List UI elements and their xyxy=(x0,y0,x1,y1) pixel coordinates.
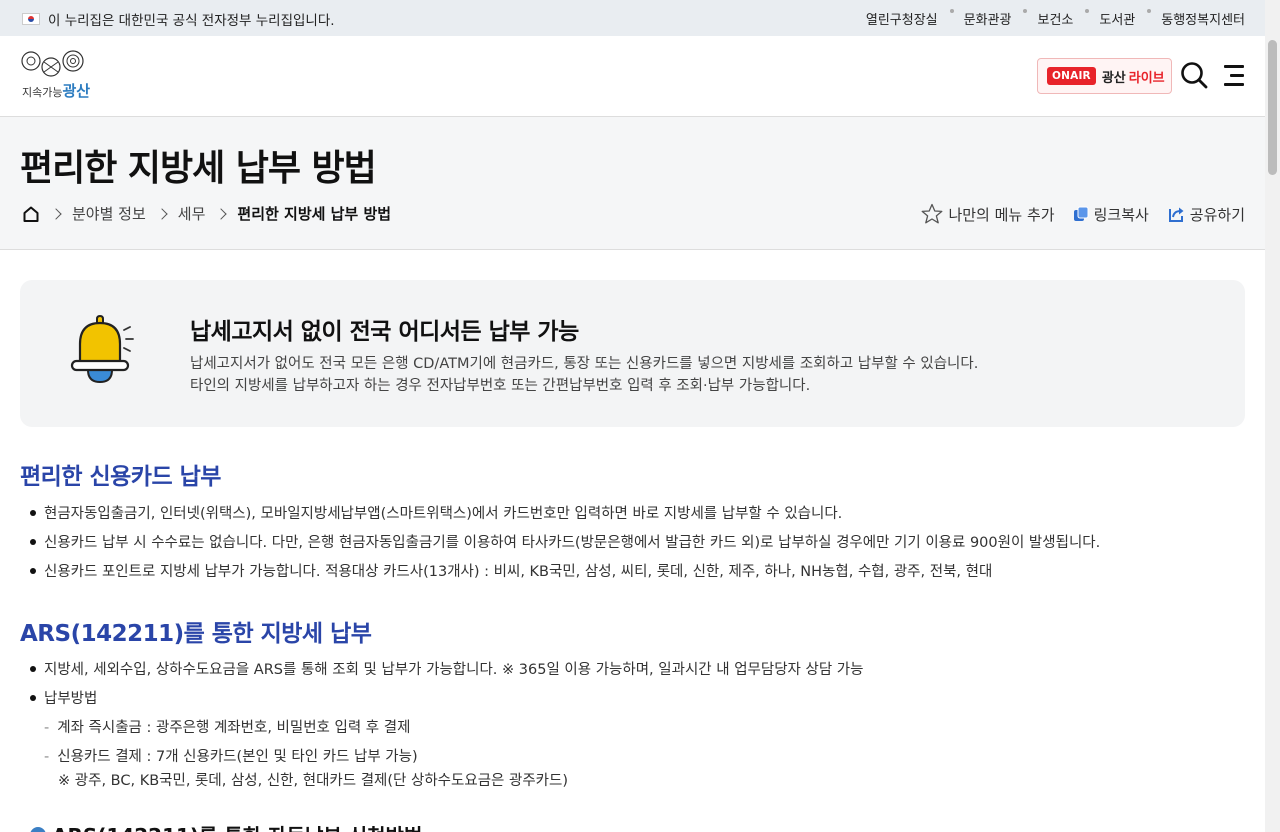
star-icon xyxy=(922,203,943,224)
separator-dot xyxy=(1147,9,1152,13)
onair-name: 광산 xyxy=(1101,70,1126,86)
list-item: 납부방법 xyxy=(30,687,97,708)
share-button[interactable]: 공유하기 xyxy=(1167,204,1245,225)
list-item: 신용카드 포인트로 지방세 납부가 가능합니다. 적용대상 카드사(13개사) … xyxy=(30,560,992,581)
chevron-right-icon xyxy=(156,207,168,220)
list-item: 현금자동입출금기, 인터넷(위택스), 모바일지방세납부앱(스마트위택스)에서 … xyxy=(30,502,842,523)
scrollbar[interactable] xyxy=(1265,0,1280,832)
onair-live-label: 라이브 xyxy=(1128,70,1165,86)
onair-badge: ONAIR xyxy=(1047,67,1096,85)
logo-big-text: 광산 xyxy=(62,82,91,100)
site-header: 지속가능광산 ONAIR 광산 라이브 xyxy=(0,36,1265,117)
list-item: 신용카드 납부 시 수수료는 없습니다. 다만, 은행 현금자동입출금기를 이용… xyxy=(30,531,1100,552)
scrollbar-thumb[interactable] xyxy=(1268,40,1277,175)
circle-bullet-icon xyxy=(30,826,46,832)
search-icon xyxy=(1181,62,1208,89)
sub-list-item: - 신용카드 결제 : 7개 신용카드(본인 및 타인 카드 납부 가능) xyxy=(44,749,418,765)
gov-link-culture[interactable]: 문화관광 xyxy=(964,9,1012,28)
share-label: 공유하기 xyxy=(1189,205,1245,224)
copy-link-icon xyxy=(1073,206,1089,221)
info-heading: 납세고지서 없이 전국 어디서든 납부 가능 xyxy=(190,319,579,345)
gov-link-mayor[interactable]: 열린구청장실 xyxy=(866,9,938,28)
gov-banner-left: 이 누리집은 대한민국 공식 전자정부 누리집입니다. xyxy=(22,9,335,29)
separator-dot xyxy=(949,9,954,13)
chevron-right-icon xyxy=(50,207,62,220)
gov-link-community-center[interactable]: 동행정복지센터 xyxy=(1161,9,1245,28)
separator-dot xyxy=(1085,9,1090,13)
note-text: ※ 광주, BC, KB국민, 롯데, 삼성, 신한, 현대카드 결제(단 상하… xyxy=(58,773,568,789)
subsection-heading-text: ARS(142211)를 통한 자동납부 신청방법 xyxy=(52,820,422,832)
page-title: 편리한 지방세 납부 방법 xyxy=(20,148,377,189)
section-title-ars: ARS(142211)를 통한 지방세 납부 xyxy=(20,621,372,647)
info-line: 타인의 지방세를 납부하고자 하는 경우 전자납부번호 또는 간편납부번호 입력… xyxy=(190,378,811,394)
logo-mark-icon xyxy=(21,50,84,77)
add-my-menu-button[interactable]: 나만의 메뉴 추가 xyxy=(921,203,1055,225)
share-icon xyxy=(1168,207,1184,222)
sub-list-text: 신용카드 결제 : 7개 신용카드(본인 및 타인 카드 납부 가능) xyxy=(57,749,418,765)
info-line: 납세고지서가 없어도 전국 모든 은행 CD/ATM기에 현금카드, 통장 또는… xyxy=(190,356,979,372)
info-box: 납세고지서 없이 전국 어디서든 납부 가능 납세고지서가 없어도 전국 모든 … xyxy=(20,280,1245,427)
gov-link-health[interactable]: 보건소 xyxy=(1037,9,1073,28)
gov-banner: 이 누리집은 대한민국 공식 전자정부 누리집입니다. 열린구청장실 문화관광 … xyxy=(0,0,1265,36)
chevron-right-icon xyxy=(215,207,228,220)
subsection-heading: ARS(142211)를 통한 자동납부 신청방법 xyxy=(30,820,422,832)
logo-small-text: 지속가능 xyxy=(22,86,63,99)
add-my-menu-label: 나만의 메뉴 추가 xyxy=(948,205,1055,224)
hamburger-icon xyxy=(1224,65,1244,68)
sub-list-item: - 계좌 즉시출금 : 광주은행 계좌번호, 비밀번호 입력 후 결제 xyxy=(44,720,411,736)
breadcrumb: 분야별 정보 세무 편리한 지방세 납부 방법 xyxy=(22,203,391,224)
breadcrumb-item[interactable]: 분야별 정보 xyxy=(72,203,146,224)
breadcrumb-item[interactable]: 세무 xyxy=(178,203,206,224)
korea-flag-icon xyxy=(22,13,40,25)
breadcrumb-current: 편리한 지방세 납부 방법 xyxy=(237,205,392,223)
gov-link-library[interactable]: 도서관 xyxy=(1099,9,1135,28)
sub-list-text: 계좌 즉시출금 : 광주은행 계좌번호, 비밀번호 입력 후 결제 xyxy=(57,720,411,736)
bell-icon xyxy=(70,314,134,384)
home-icon[interactable] xyxy=(22,205,40,223)
page-title-area: 편리한 지방세 납부 방법 분야별 정보 세무 편리한 지방세 납부 방법 나만… xyxy=(0,117,1265,250)
copy-link-button[interactable]: 링크복사 xyxy=(1073,204,1149,225)
gov-links: 열린구청장실 문화관광 보건소 도서관 동행정복지센터 xyxy=(866,9,1245,28)
menu-button[interactable] xyxy=(1224,64,1246,86)
gov-banner-text: 이 누리집은 대한민국 공식 전자정부 누리집입니다. xyxy=(48,13,335,29)
separator-dot xyxy=(1023,9,1028,13)
copy-link-label: 링크복사 xyxy=(1093,205,1149,224)
onair-live-button[interactable]: ONAIR 광산 라이브 xyxy=(1037,58,1172,94)
page-actions: 나만의 메뉴 추가 링크복사 공유하기 xyxy=(903,203,1245,225)
search-button[interactable] xyxy=(1180,61,1208,89)
site-logo[interactable]: 지속가능광산 xyxy=(20,50,90,102)
section-title-credit-card: 편리한 신용카드 납부 xyxy=(20,464,221,490)
list-item: 지방세, 세외수입, 상하수도요금을 ARS를 통해 조회 및 납부가 가능합니… xyxy=(30,658,863,679)
logo-wordmark: 지속가능광산 xyxy=(22,80,90,101)
